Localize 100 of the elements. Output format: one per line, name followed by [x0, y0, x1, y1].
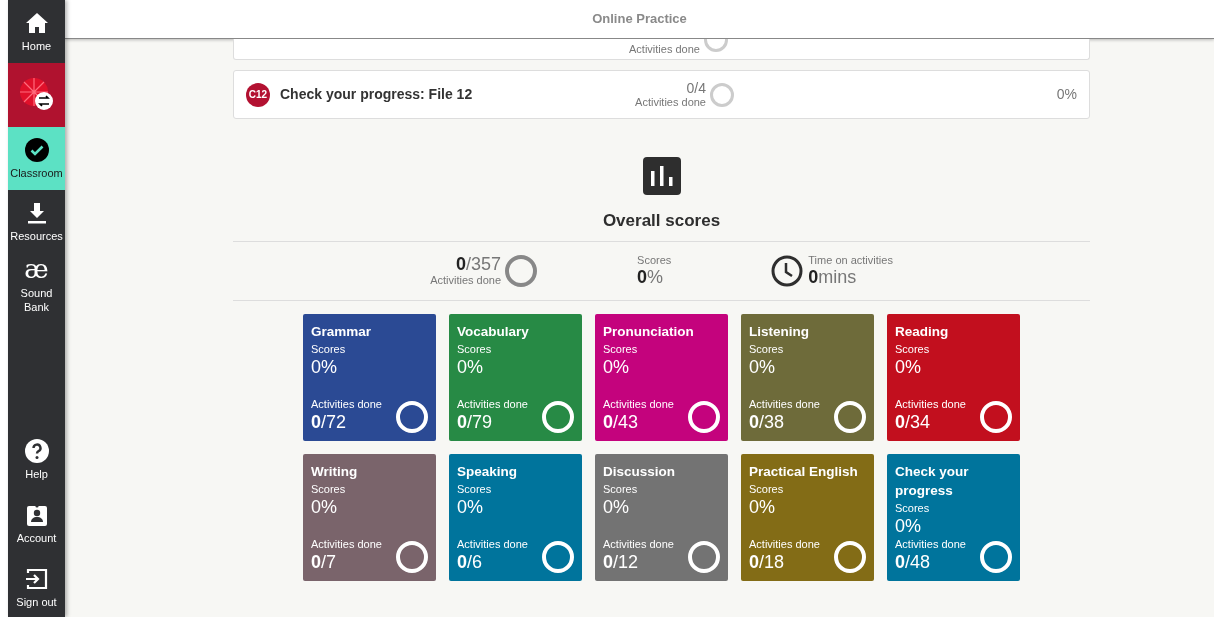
activities-label: Activities done [430, 274, 502, 287]
scores-label: Scores [895, 500, 931, 515]
lesson-card[interactable]: Activities done [233, 39, 1090, 60]
scores-label: Scores [603, 341, 639, 356]
ae-glyph-icon: æ [24, 255, 49, 282]
activities-count: 0/48 [895, 550, 932, 573]
category-tile[interactable]: Grammar Scores 0% Activities done 0/72 [303, 313, 436, 441]
activities-count: 0/12 [603, 550, 640, 573]
score-value: 0% [311, 495, 338, 518]
activities-label: Activities done [311, 396, 382, 411]
category-tile[interactable]: Writing Scores 0% Activities done 0/7 [303, 453, 436, 581]
category-tile[interactable]: Speaking Scores 0% Activities done 0/6 [449, 453, 582, 581]
score-value: 0% [457, 355, 484, 378]
progress-ring-icon [542, 400, 574, 433]
activities-count: 0/38 [749, 410, 786, 433]
category-tile[interactable]: Vocabulary Scores 0% Activities done 0/79 [449, 313, 582, 441]
scores-label: Scores [749, 481, 785, 496]
activities-label: Activities done [895, 536, 966, 551]
activities-label: Activities done [895, 396, 966, 411]
scores-label: Scores [311, 341, 347, 356]
bar-chart-icon [642, 157, 681, 195]
activities-label: Activities done [311, 536, 382, 551]
activities-count: 0/7 [311, 550, 338, 573]
activities-label: Activities done [749, 536, 820, 551]
score-value: 0% [603, 355, 630, 378]
time-label: Time on activities [808, 254, 893, 267]
progress-ring-icon [834, 400, 866, 433]
activities-count: 0/6 [457, 550, 484, 573]
category-title: Practical English [749, 462, 859, 481]
category-tile[interactable]: Reading Scores 0% Activities done 0/34 [887, 313, 1020, 441]
category-tile[interactable]: Discussion Scores 0% Activities done 0/12 [595, 453, 728, 581]
category-tile[interactable]: Practical English Scores 0% Activities done 0/18 [741, 453, 874, 581]
category-title: Check your progress [895, 462, 970, 500]
overall-scores-title: Overall scores [601, 210, 722, 232]
activities-count: 0/34 [895, 410, 932, 433]
check-circle-icon [24, 137, 49, 162]
activities-label: Activities done [629, 42, 700, 56]
sidebar-item[interactable]: Classroom [8, 127, 65, 190]
category-tile[interactable]: Check your progress Scores 0% Activities done 0/48 [887, 453, 1020, 581]
lesson-score: 0% [1056, 85, 1077, 104]
category-title: Pronunciation [603, 322, 695, 341]
activities-count: 0/79 [457, 410, 494, 433]
lesson-badge: C12 [246, 82, 270, 107]
score-value: 0% [749, 355, 776, 378]
activities-count: 0/43 [603, 410, 640, 433]
category-tile[interactable]: Listening Scores 0% Activities done 0/38 [741, 313, 874, 441]
activities-label: Activities done [749, 396, 820, 411]
progress-ring-icon [542, 540, 574, 573]
lesson-card[interactable]: C12 Check your progress: File 12 0/4 Activities done 0% [233, 70, 1090, 119]
category-title: Speaking [457, 462, 519, 481]
progress-ring-icon [688, 540, 720, 573]
score-value: 0% [895, 355, 922, 378]
activities-count: 0/4 [686, 80, 706, 96]
category-title: Writing [311, 462, 359, 481]
category-title: Discussion [603, 462, 677, 481]
progress-ring-icon [688, 400, 720, 433]
scores-label: Scores [637, 254, 672, 267]
switch-book-icon [18, 77, 55, 113]
time-value: 0mins [808, 267, 858, 287]
scores-label: Scores [311, 481, 347, 496]
sidebar-item[interactable]: æ Sound Bank [8, 253, 65, 316]
sidebar-item[interactable]: Account [8, 495, 65, 553]
activities-label: Activities done [457, 396, 528, 411]
progress-ring-icon [834, 540, 866, 573]
score-value: 0% [603, 495, 630, 518]
header-title: Online Practice [592, 10, 687, 29]
id-badge-icon [24, 503, 49, 527]
progress-ring-icon [980, 540, 1012, 573]
score-value: 0% [895, 514, 922, 537]
home-icon [24, 10, 49, 35]
progress-ring-icon [505, 254, 538, 287]
scores-label: Scores [895, 341, 931, 356]
category-title: Reading [895, 322, 950, 341]
progress-ring-icon [396, 540, 428, 573]
category-tile[interactable]: Pronunciation Scores 0% Activities done 0/43 [595, 313, 728, 441]
activities-count: 0/357 [456, 254, 502, 274]
progress-ring-icon [980, 400, 1012, 433]
activities-label: Activities done [635, 96, 706, 109]
score-value: 0% [457, 495, 484, 518]
sidebar-item[interactable]: Help [8, 431, 65, 489]
product-switch-button[interactable] [8, 63, 65, 127]
sidebar-item[interactable]: Resources [8, 190, 65, 253]
activities-count: 0/18 [749, 550, 786, 573]
scores-label: Scores [749, 341, 785, 356]
scores-label: Scores [457, 341, 493, 356]
sidebar-item[interactable]: Home [8, 0, 65, 63]
sidebar-item[interactable]: Sign out [8, 559, 65, 617]
category-title: Vocabulary [457, 322, 530, 341]
progress-ring-icon [710, 82, 734, 107]
scores-label: Scores [457, 481, 493, 496]
help-icon [24, 439, 49, 463]
lesson-title: Check your progress: File 12 [280, 85, 474, 104]
sign-out-icon [24, 567, 49, 591]
category-title: Listening [749, 322, 810, 341]
activities-label: Activities done [603, 536, 674, 551]
activities-count: 0/72 [311, 410, 348, 433]
scores-label: Scores [603, 481, 639, 496]
category-title: Grammar [311, 322, 373, 341]
progress-ring-icon [396, 400, 428, 433]
score-value: 0% [749, 495, 776, 518]
